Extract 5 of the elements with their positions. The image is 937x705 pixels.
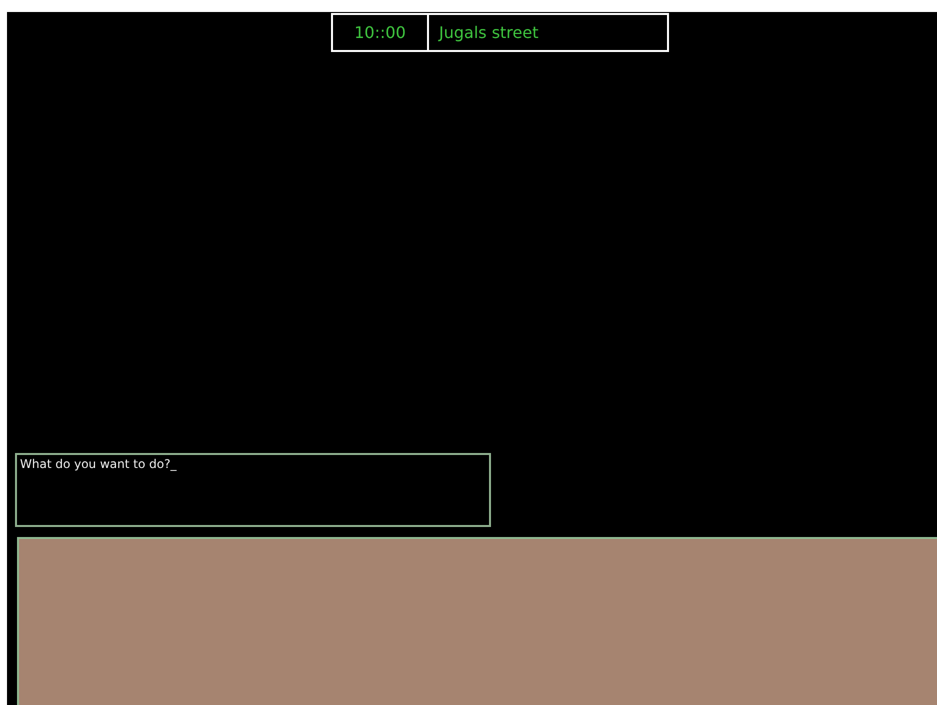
prompt-text: What do you want to do? (20, 457, 170, 471)
command-field[interactable]: What do you want to do?_ (15, 453, 491, 527)
text-cursor: _ (170, 457, 176, 471)
location-name: Jugals street (429, 13, 669, 52)
clock-time: 10::00 (331, 13, 429, 52)
